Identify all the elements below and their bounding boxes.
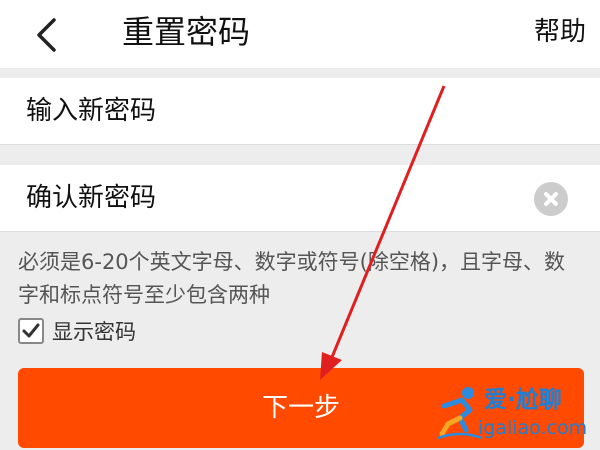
confirm-password-row xyxy=(0,165,600,232)
new-password-input[interactable] xyxy=(26,90,516,132)
show-password-checkbox[interactable] xyxy=(18,318,44,344)
next-step-button[interactable]: 下一步 xyxy=(18,368,584,448)
clear-icon[interactable] xyxy=(534,182,568,216)
help-button[interactable]: 帮助 xyxy=(534,12,586,52)
header-bar: 重置密码 帮助 xyxy=(0,0,600,68)
password-rules-hint: 必须是6-20个英文字母、数字或符号(除空格)，且字母、数字和标点符号至少包含两… xyxy=(18,250,566,307)
back-button[interactable] xyxy=(18,8,74,60)
chevron-left-icon xyxy=(37,18,56,52)
checkmark-icon xyxy=(22,323,40,338)
confirm-password-input[interactable] xyxy=(26,177,516,219)
show-password-label: 显示密码 xyxy=(52,320,136,344)
new-password-row xyxy=(0,78,600,145)
next-step-label: 下一步 xyxy=(261,393,340,423)
page-title: 重置密码 xyxy=(122,13,251,51)
